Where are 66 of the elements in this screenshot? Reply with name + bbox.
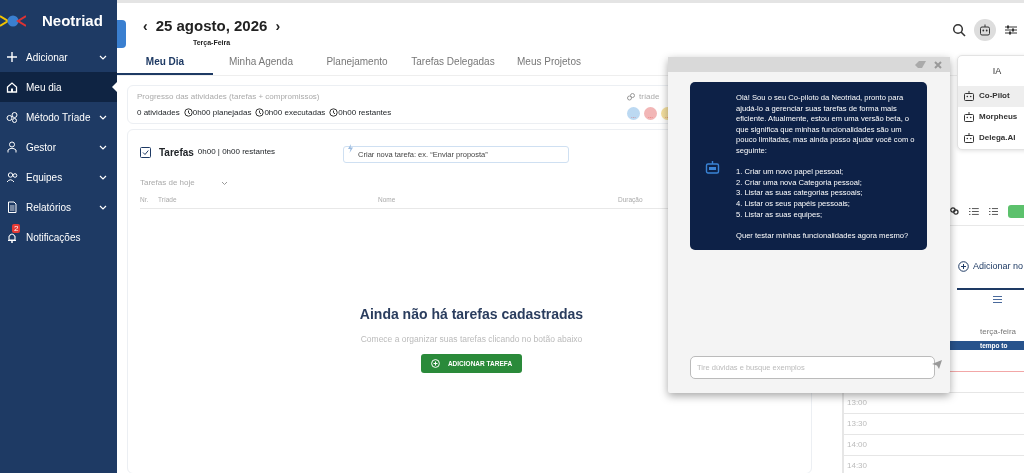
link-icon[interactable] <box>950 207 959 215</box>
date-title: 25 agosto, 2026 <box>155 16 268 36</box>
time-slot: 13:30 <box>847 417 868 430</box>
robot-icon <box>705 160 720 175</box>
plus-icon <box>6 51 18 63</box>
tab[interactable]: Meu Dia <box>117 52 213 75</box>
logo-icon <box>0 14 26 28</box>
previous-day-button[interactable]: ‹ <box>143 15 148 37</box>
menu-title: IA <box>991 65 1003 78</box>
robot-icon[interactable] <box>974 19 996 41</box>
tab[interactable]: Tarefas Delegadas <box>405 52 501 75</box>
list-icon[interactable] <box>988 206 999 216</box>
sidebar-item[interactable]: Equipes <box>0 162 117 192</box>
empty-state-title: Ainda não há tarefas cadastradas <box>359 304 584 324</box>
tasks-summary: 0h00 | 0h00 restantes <box>197 146 276 158</box>
menu-icon[interactable] <box>993 295 1002 303</box>
tab[interactable]: Planejamento <box>309 52 405 75</box>
circles-icon <box>627 93 635 101</box>
menu-item[interactable]: Co-Pilot <box>958 85 1024 107</box>
collapse-handle[interactable] <box>117 20 126 48</box>
next-day-button[interactable]: › <box>275 15 281 37</box>
plus-circle-icon[interactable] <box>958 261 969 273</box>
add-new-link[interactable]: Adicionar no <box>973 260 1024 274</box>
sidebar-item[interactable]: Relatórios <box>0 192 117 222</box>
sidebar-item[interactable]: Adicionar <box>0 42 117 72</box>
numbered-list-icon[interactable] <box>968 206 979 216</box>
day-label: terça-feira <box>980 325 1017 338</box>
sidebar-item[interactable]: Gestor <box>0 132 117 162</box>
clock-icon <box>255 108 265 117</box>
circles-icon <box>6 111 18 123</box>
robot-icon <box>963 90 975 103</box>
time-stat: 0h00 executadas <box>264 106 326 119</box>
time-slot: 13:00 <box>847 396 868 409</box>
sidebar-item[interactable]: Método Tríade <box>0 102 117 132</box>
plus-circle-icon <box>430 358 440 368</box>
checkbox-icon <box>140 146 151 158</box>
clock-icon <box>183 108 193 117</box>
sliders-icon[interactable] <box>1004 24 1018 36</box>
time-slot: 14:00 <box>847 438 868 451</box>
activity-count: 0 atividades <box>137 106 180 119</box>
tab[interactable]: Minha Agenda <box>213 52 309 75</box>
triade-label: tríade <box>639 91 660 103</box>
progress-title: Progresso das atividades (tarefas + compromissos) <box>137 90 321 103</box>
robot-icon <box>963 132 975 145</box>
document-icon <box>6 201 18 213</box>
time-slot: 14:30 <box>847 459 868 472</box>
home-icon <box>6 81 18 93</box>
bell-icon <box>6 231 18 243</box>
tab[interactable]: Meus Projetos <box>501 52 597 75</box>
person-icon <box>6 141 18 153</box>
people-icon <box>6 171 18 183</box>
sidebar-item[interactable]: Meu dia <box>0 72 117 102</box>
clock-icon <box>329 108 339 117</box>
sidebar-item[interactable]: Notificações 2 <box>0 222 117 252</box>
send-icon[interactable] <box>932 360 942 369</box>
chevron-down-icon[interactable] <box>221 180 228 186</box>
time-stat: 0h00 planejadas <box>192 106 252 119</box>
robot-icon <box>963 111 975 124</box>
menu-item[interactable]: Delega.AI <box>958 127 1024 149</box>
menu-item[interactable]: Morpheus <box>958 106 1024 128</box>
time-stat: 0h00 restantes <box>338 106 392 119</box>
search-icon[interactable] <box>952 23 966 37</box>
brand-name: Neotriad <box>42 10 103 31</box>
notification-count: 2 <box>12 224 21 233</box>
tasks-title: Tarefas <box>159 145 194 160</box>
lightning-icon <box>348 144 354 153</box>
